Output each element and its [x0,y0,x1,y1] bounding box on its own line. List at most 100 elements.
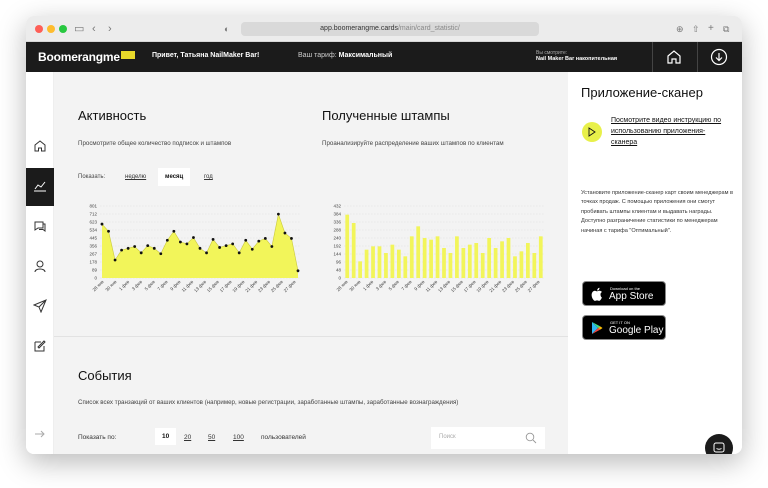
sidebar-item-push[interactable] [26,288,54,326]
header-divider [652,42,653,72]
y-tick-label: 432 [333,204,341,209]
data-point [185,242,189,246]
y-tick-label: 192 [333,244,341,249]
x-tick-label: 23 фев [501,279,515,293]
scanner-title: Приложение-сканер [581,85,703,100]
x-tick-label: 3 фев [131,279,144,292]
video-instruction-link[interactable]: Посмотрите видео инструкцию по использов… [611,115,731,148]
activity-title: Активность [78,108,147,123]
y-tick-label: 445 [89,236,97,241]
page-size-50[interactable]: 50 [208,434,215,441]
data-point [165,238,169,242]
zoom-window-button[interactable] [59,25,67,33]
sidebar-item-messages[interactable] [26,208,54,246]
support-chat-button[interactable] [705,434,733,454]
period-year[interactable]: год [204,174,213,180]
bar [351,223,356,278]
address-bar[interactable]: app.boomerangme.cards/main/card_statisti… [241,22,539,36]
x-tick-label: 27 фев [527,279,541,293]
forward-icon[interactable]: › [108,22,112,36]
y-tick-label: 712 [89,212,97,217]
data-point [237,251,241,255]
sidebar-item-clients[interactable] [26,248,54,286]
x-tick-label: 28 янв [92,279,106,293]
y-tick-label: 801 [89,204,97,209]
bar [538,236,543,278]
data-point [159,252,163,256]
stamps-chart: 0 48 96 144 192 240 288 336 384 432 28 янв 30 янв 1 … [333,204,544,293]
privacy-shield-icon[interactable]: ◐ [224,22,229,36]
download-icon[interactable]: ⊕ [676,22,684,36]
x-tick-label: 13 фев [193,279,207,293]
x-tick-label: 23 фев [257,279,271,293]
home-icon[interactable] [665,48,683,66]
period-month[interactable]: месяц [158,168,191,186]
appstore-big-text: App Store [609,291,654,302]
page-size-label: Показать по: [78,434,117,441]
sidebar-item-edit[interactable] [26,328,54,366]
logo[interactable]: Boomerangme [38,50,120,64]
download-icon[interactable] [710,48,728,66]
minimize-window-button[interactable] [47,25,55,33]
close-window-button[interactable] [35,25,43,33]
share-icon[interactable]: ⇧ [692,22,700,36]
new-tab-icon[interactable]: + [708,22,714,36]
url-path: /main/card_statistic/ [397,25,460,32]
bar [345,214,350,278]
play-video-button[interactable] [582,122,602,142]
tabs-overview-icon[interactable]: ⧉ [723,22,729,36]
y-tick-label: 48 [336,268,342,273]
app-store-button[interactable]: Download on the App Store [582,281,666,306]
bar [519,251,524,278]
data-point [250,247,254,251]
bar [416,226,421,278]
google-play-icon [592,322,603,334]
bar [396,249,401,278]
bar [467,244,472,278]
data-point [152,246,156,250]
x-tick-label: 7 фев [400,279,413,292]
y-tick-label: 288 [333,228,341,233]
bar [409,236,414,278]
edit-icon [34,340,46,352]
search-input[interactable]: Поиск [431,427,545,449]
page-size-10[interactable]: 10 [155,428,177,445]
browser-window: ▭ ‹ › ◐ app.boomerangme.cards/main/card_… [26,16,742,454]
y-tick-label: 240 [333,236,341,241]
data-point [283,231,287,235]
data-point [107,229,110,233]
viewing-card-select[interactable]: Nail Maker Bar накопительная [536,56,617,62]
app-header: Boomerangme Привет, Татьяна NailMaker Ba… [26,42,742,72]
bar [364,249,369,278]
sidebar-item-expand[interactable] [26,416,54,454]
x-tick-label: 30 янв [348,279,362,293]
header-divider [697,42,698,72]
google-play-button[interactable]: GET IT ON Google Play [582,315,666,340]
x-tick-label: 21 фев [488,279,502,293]
gplay-big-text: Google Play [609,325,664,336]
page-size-100[interactable]: 100 [233,434,244,441]
data-point [257,239,261,243]
sidebar-toggle-icon[interactable]: ▭ [74,22,84,36]
bar [493,248,498,278]
y-tick-label: 623 [89,220,97,225]
show-period-label: Показать: [78,174,106,180]
bar [455,236,459,278]
send-icon [33,299,47,313]
sidebar-item-statistics[interactable] [26,168,54,206]
url-domain: app.boomerangme.cards [320,25,398,32]
data-point [224,244,228,248]
search-icon[interactable] [525,432,537,444]
data-point [139,251,143,255]
sidebar-item-home[interactable] [26,128,54,166]
data-point [198,246,202,250]
period-week[interactable]: неделю [125,174,146,180]
bar [435,236,440,278]
back-icon[interactable]: ‹ [92,22,96,36]
data-point [244,238,248,242]
x-tick-label: 7 фев [156,279,169,292]
page-size-20[interactable]: 20 [184,434,191,441]
data-point [172,229,176,233]
chat-bubble-icon [713,442,725,453]
activity-chart: 08917826735644553462371280128 янв 30 янв 1… [89,204,300,293]
